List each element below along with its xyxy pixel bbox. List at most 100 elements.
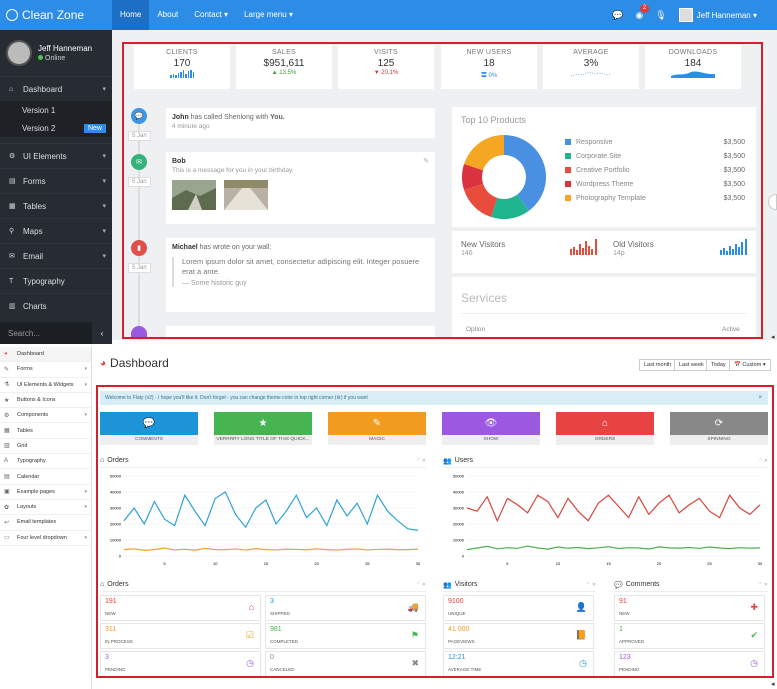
metric-visitors-unique[interactable]: 9100 UNIQUE 👤	[443, 595, 594, 621]
metric-orders-completed[interactable]: 981 COMPLETED ⚑	[265, 623, 426, 649]
x-tick-label: 15	[606, 561, 611, 566]
timeline-author[interactable]: Bob	[172, 158, 429, 165]
sidebar-item-typography[interactable]: T Typography	[0, 268, 112, 293]
sidebar-item-forms[interactable]: ▤ Forms ▾	[0, 168, 112, 193]
panel-controls-icon[interactable]: ⌃ ✕	[416, 458, 426, 464]
quick-tile-spinning[interactable]: ⟳ SPINNING	[670, 412, 768, 445]
sidebar-item-example-pages[interactable]: ▣ Example pages ▾	[0, 485, 91, 500]
new-visitors-sparkbar	[570, 239, 597, 255]
x-tick-label: 15	[264, 561, 269, 566]
panel-controls-icon[interactable]: ⌃ ✕	[758, 458, 768, 464]
sidebar-item-label: Charts	[23, 301, 47, 311]
collapse-chevron-icon[interactable]: ‹	[92, 322, 112, 344]
caret-icon: ▾	[102, 203, 106, 210]
sidebar-sub-version-2[interactable]: Version 2 New	[0, 119, 112, 137]
metric-orders-shipped[interactable]: 3 SHIPPED 🚚	[265, 595, 426, 621]
sidebar-item-buttons-icons[interactable]: ★ Buttons & Icons	[0, 393, 91, 409]
sidebar-item-dashboard[interactable]: ◕ Dashboard	[0, 347, 91, 363]
nav-large-menu[interactable]: Large menu ▾	[236, 0, 301, 30]
sidebar-item-dashboard[interactable]: ⌂ Dashboard ▾	[0, 76, 112, 101]
sidebar-item-calendar[interactable]: ▤ Calendar	[0, 469, 91, 485]
edit-icon: ✎	[4, 366, 10, 373]
chat-icon[interactable]: 💬	[612, 10, 623, 21]
panel-controls-icon[interactable]: ⌃ ✕	[758, 582, 768, 588]
sidebar-sub-version-1[interactable]: Version 1	[0, 101, 112, 119]
x-tick-label: 25	[707, 561, 712, 566]
range-last-week-button[interactable]: Last week	[674, 359, 709, 371]
profile-name: Jeff Hanneman	[38, 44, 93, 53]
sidebar-item-email-templates[interactable]: ↩ Email templates	[0, 515, 91, 531]
sidebar: Jeff Hanneman Online ⌂ Dashboard ▾ Version…	[0, 30, 112, 344]
nav-home[interactable]: Home	[112, 0, 150, 30]
sidebar-item-four-level-dropdown[interactable]: ▭ Four level dropdown ▾	[0, 531, 91, 546]
road-photo[interactable]	[224, 180, 268, 210]
quick-tile-comments[interactable]: 💬 COMMENTS	[100, 412, 198, 445]
metric-glyph: 👤	[575, 602, 587, 612]
metric-visitors-pageviews[interactable]: 41 000 PAGEVIEWS 📙	[443, 623, 594, 649]
search-input[interactable]: Search...	[8, 329, 40, 338]
metric-glyph: ⚑	[410, 630, 419, 640]
star-icon: ★	[4, 397, 10, 404]
range-last-month-button[interactable]: Last month	[639, 359, 677, 371]
profile: Jeff Hanneman Online	[0, 30, 112, 76]
sidebar: ◕ Dashboard ✎ Forms ▾ ⚗ UI Elements & Widgets ▾…	[0, 347, 92, 689]
nav-contact[interactable]: Contact ▾	[186, 0, 236, 30]
sidebar-item-grid[interactable]: ▥ Grid	[0, 439, 91, 455]
metric-visitors-average-time[interactable]: 12:21 AVERAGE TIME ◷	[443, 651, 594, 677]
quote-text: Lorem ipsum dolor sit amet, consectetur …	[182, 257, 420, 276]
sidebar-item-forms[interactable]: ✎ Forms ▾	[0, 362, 91, 378]
y-tick-label: 40000	[453, 490, 465, 495]
timeline-author[interactable]: Michael	[172, 244, 198, 251]
metric-orders-canceled[interactable]: 0 CANCELED ✖	[265, 651, 426, 677]
legend-swatch	[565, 195, 571, 201]
range-today-button[interactable]: Today	[706, 359, 731, 371]
nav-about[interactable]: About	[149, 0, 186, 30]
metric-comments-new[interactable]: 91 NEW ✚	[614, 595, 765, 621]
products-legend: Responsive $3,500 Corporate Site $3,500 Cr…	[565, 135, 745, 205]
sidebar-item-ui-elements[interactable]: ⚙ UI Elements ▾	[0, 143, 112, 168]
quick-tile-magic[interactable]: ✎ MAGIC	[328, 412, 426, 445]
sidebar-item-email[interactable]: ✉ Email ▾	[0, 243, 112, 268]
sidebar-item-typography[interactable]: A Typography	[0, 454, 91, 470]
metric-label: UNIQUE	[448, 611, 466, 616]
settings-tab[interactable]	[768, 194, 777, 210]
sidebar-item-label: Forms	[23, 176, 46, 186]
user-menu[interactable]: Jeff Hanneman ▾	[678, 8, 757, 22]
quick-tile-orders[interactable]: ⌂ ORDERS	[556, 412, 654, 445]
sidebar-item-components[interactable]: ⚙ Components ▾	[0, 408, 91, 424]
brand-logo[interactable]: Clean Zone	[0, 0, 112, 30]
microphone-icon[interactable]: 🎙	[655, 10, 666, 21]
sidebar-item-tables[interactable]: ▦ Tables ▾	[0, 193, 112, 218]
metric-comments-approved[interactable]: 1 APPROVED ✔	[614, 623, 765, 649]
quick-tile-show[interactable]: 👁 SHOW	[442, 412, 540, 445]
metric-comments-pending[interactable]: 123 PENDING ◷	[614, 651, 765, 677]
old-visitors-count: 14p	[613, 250, 625, 257]
metric-orders-new[interactable]: 191 NEW ⌂	[100, 595, 261, 621]
sidebar-item-charts[interactable]: ▥ Charts	[0, 293, 112, 318]
times-icon: ✖	[411, 658, 419, 669]
sidebar-item-ui-elements-widgets[interactable]: ⚗ UI Elements & Widgets ▾	[0, 378, 91, 393]
sidebar-item-tables[interactable]: ▦ Tables	[0, 423, 91, 439]
tile-label: SHOW	[442, 435, 540, 445]
sidebar-item-label: Typography	[17, 458, 46, 465]
range-custom-button[interactable]: 📅 Custom ▾	[729, 359, 771, 371]
sidebar-item-layouts[interactable]: ✿ Layouts ▾	[0, 500, 91, 516]
metric-orders-in-process[interactable]: 311 IN PROCESS ☑	[100, 623, 261, 649]
globe-icon[interactable]: ◉ 2	[635, 3, 650, 21]
sidebar-item-maps[interactable]: ⚲ Maps ▾	[0, 218, 112, 243]
panel-controls-icon[interactable]: ⌃ ✕	[416, 582, 426, 588]
metric-orders-pending[interactable]: 3 PENDING ◷	[100, 651, 261, 677]
legend-value: $3,500	[723, 166, 745, 174]
metric-glyph: 🚚	[407, 602, 419, 612]
pencil-icon[interactable]: ✎	[423, 157, 429, 165]
dashboard-icon: ◕	[4, 351, 8, 358]
table-header-active: Active	[722, 326, 740, 333]
quick-tile-verrrry-long-title-of-this-quick[interactable]: ★ VERRRRY LONG TITLE OF THIS QUICK...	[214, 412, 312, 445]
caret-icon: ▾	[102, 253, 106, 260]
landscape-photo[interactable]	[172, 180, 216, 210]
panel-controls-icon[interactable]: ⌃ ✕	[586, 582, 596, 588]
legend-row: Creative Portfolio $3,500	[565, 163, 745, 177]
close-icon[interactable]: ×	[758, 395, 762, 401]
timeline-author[interactable]: John	[172, 114, 189, 121]
x-tick-label: 30	[758, 561, 763, 566]
